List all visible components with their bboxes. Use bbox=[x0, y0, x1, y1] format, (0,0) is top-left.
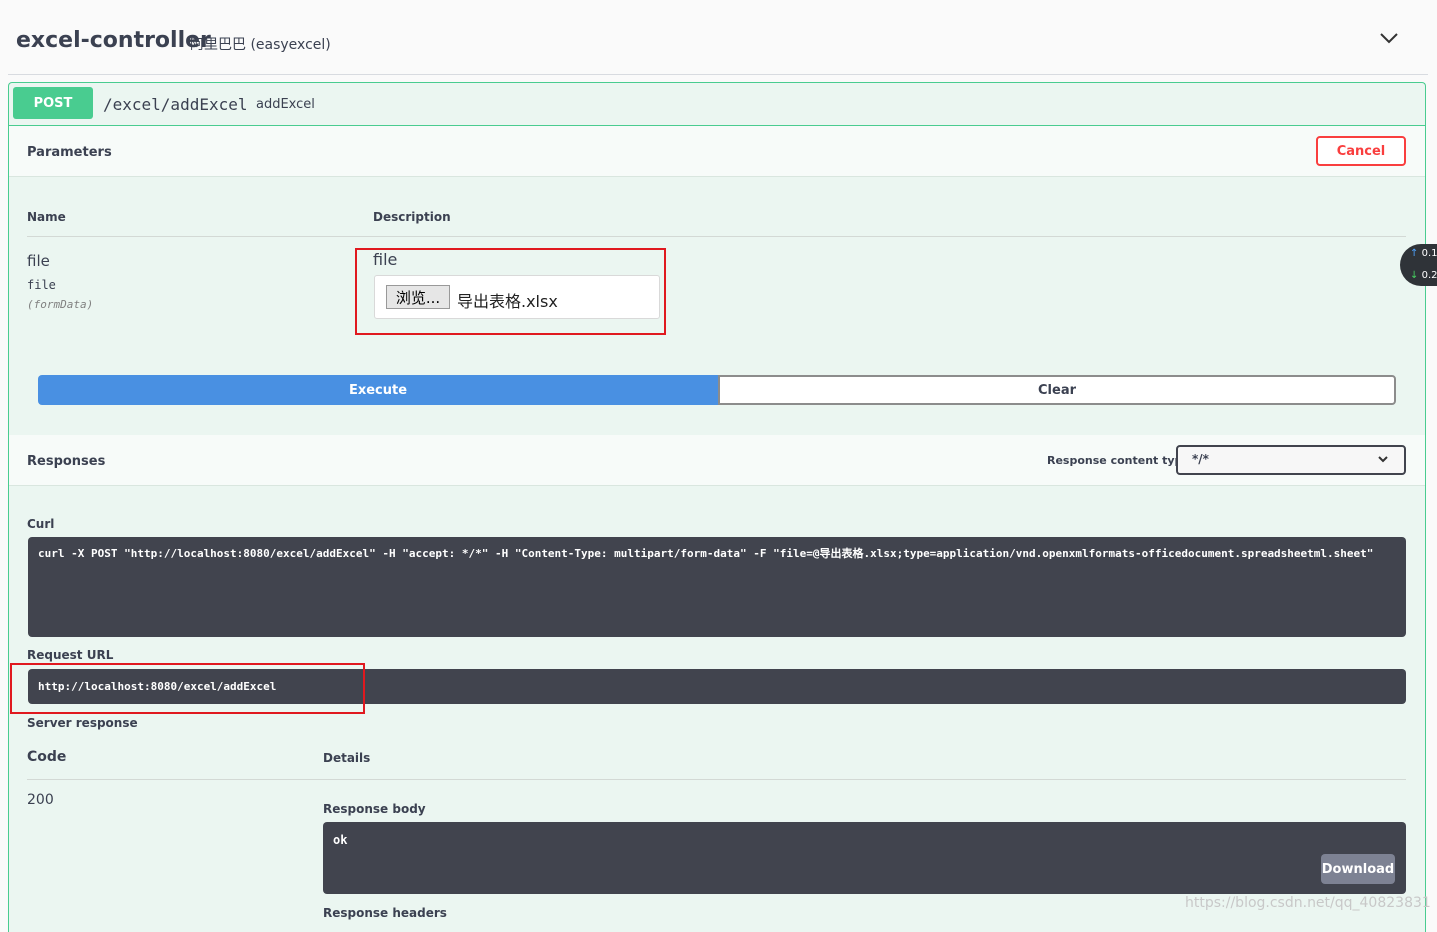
curl-label: Curl bbox=[27, 517, 55, 531]
response-headers-label: Response headers bbox=[323, 906, 447, 920]
response-content-type-value: */* bbox=[1192, 452, 1209, 466]
code-column-header: Code bbox=[27, 749, 67, 765]
column-header-description: Description bbox=[373, 210, 451, 224]
upload-speed-value: 0.1 bbox=[1421, 248, 1437, 259]
arrow-down-icon: ↓ bbox=[1410, 270, 1419, 281]
response-table-divider bbox=[27, 779, 1406, 780]
tag-title[interactable]: excel-controller bbox=[16, 28, 211, 53]
upload-speed: ↑ 0.1 bbox=[1410, 248, 1437, 259]
column-header-name: Name bbox=[27, 210, 66, 224]
operation-summary-text: addExcel bbox=[256, 97, 315, 112]
response-body-box bbox=[323, 822, 1406, 894]
parameter-type: file bbox=[27, 278, 56, 292]
tag-divider bbox=[8, 74, 1428, 75]
response-content-type-label: Response content type bbox=[1047, 454, 1190, 467]
response-content-type-select[interactable] bbox=[1176, 445, 1406, 475]
download-button[interactable]: Download bbox=[1321, 854, 1395, 884]
download-speed-value: 0.2 bbox=[1421, 270, 1437, 281]
operation-block bbox=[8, 82, 1426, 932]
parameter-name: file bbox=[27, 252, 50, 270]
parameters-title: Parameters bbox=[27, 145, 112, 160]
cancel-button[interactable]: Cancel bbox=[1316, 136, 1406, 166]
responses-title: Responses bbox=[27, 454, 106, 469]
request-url-label: Request URL bbox=[27, 648, 114, 662]
method-badge: POST bbox=[13, 87, 93, 119]
watermark: https://blog.csdn.net/qq_40823831 bbox=[1185, 895, 1431, 911]
response-code: 200 bbox=[27, 792, 54, 808]
execute-button[interactable]: Execute bbox=[38, 375, 718, 405]
highlight-box-url bbox=[10, 663, 365, 714]
tag-description: 阿里巴巴 (easyexcel) bbox=[190, 37, 331, 53]
curl-command: curl -X POST "http://localhost:8080/exce… bbox=[38, 547, 1374, 560]
parameters-header bbox=[9, 126, 1425, 177]
highlight-box-file bbox=[355, 248, 666, 335]
arrow-up-icon: ↑ bbox=[1410, 248, 1419, 259]
operation-path: /excel/addExcel bbox=[103, 95, 248, 114]
chevron-down-icon[interactable] bbox=[1378, 30, 1400, 46]
download-speed: ↓ 0.2 bbox=[1410, 270, 1437, 281]
response-body: ok bbox=[333, 833, 348, 847]
response-body-label: Response body bbox=[323, 802, 426, 816]
server-response-label: Server response bbox=[27, 716, 138, 730]
details-column-header: Details bbox=[323, 751, 371, 765]
chevron-down-icon bbox=[1378, 456, 1388, 463]
parameters-divider bbox=[27, 236, 1406, 237]
clear-button[interactable]: Clear bbox=[718, 375, 1396, 405]
parameter-in: (formData) bbox=[27, 298, 94, 311]
